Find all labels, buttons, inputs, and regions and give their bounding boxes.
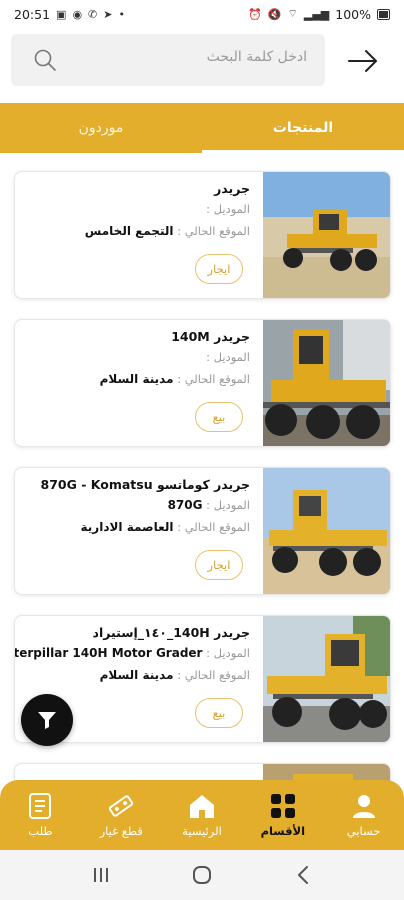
rent-button[interactable]: ايجار [195,550,243,580]
messenger-icon: ◉ [72,7,83,21]
product-image [263,320,390,446]
location-value: التجمع الخامس [84,224,174,238]
status-time: 20:51 [14,6,51,22]
product-location: الموقع الحالي : مدينة السلام [25,368,250,390]
mute-icon: 🔇 [267,7,282,21]
product-model: الموديل : [25,198,250,220]
location-value: العاصمة الادارية [80,520,174,534]
product-location: الموقع الحالي : مدينة السلام [25,664,250,686]
location-value: مدينة السلام [99,668,174,682]
product-image [263,172,390,298]
product-image [263,468,390,594]
product-location: الموقع الحالي : التجمع الخامس [25,220,250,242]
tab-suppliers[interactable]: موردون [0,103,202,153]
nav-account[interactable]: حسابي [323,780,404,850]
location-label: الموقع الحالي : [177,224,250,238]
bottom-nav: حسابي الأقسام الرئيسية قطع غيار طلب [0,780,404,850]
recent-apps-button[interactable] [86,863,116,887]
chevron-left-icon [298,866,309,884]
search-placeholder: ادخل كلمة البحث [206,49,307,65]
tab-suppliers-label: موردون [78,120,124,136]
signal-icon: ▂▄▆ [303,7,330,21]
model-label: الموديل : [206,202,250,216]
nav-account-label: حسابي [346,824,381,838]
product-model: الموديل : 870G [25,494,250,516]
request-icon [29,793,52,819]
product-card[interactable]: جريدر كوماتسو 870G - Komatsu الموديل : 8… [14,467,391,595]
sale-button[interactable]: بيع [195,402,243,432]
status-bar: 20:51 ▣ ◉ ✆ ➤ • ⏰ 🔇 ⌔ ▂▄▆ 100% [0,0,404,28]
product-title: جريدر 140H_١٤٠_إستيراد [92,625,250,640]
nav-spare-parts[interactable]: قطع غيار [81,780,162,850]
model-value: Caterpillar 140H Motor Grader [14,646,203,660]
whatsapp-icon: ✆ [88,7,98,21]
tab-products[interactable]: المنتجات [202,103,404,153]
nav-spare-parts-label: قطع غيار [99,824,143,838]
location-value: مدينة السلام [99,372,174,386]
nav-request[interactable]: طلب [0,780,81,850]
nav-home-label: الرئيسية [182,824,222,838]
product-location: الموقع الحالي : العاصمة الادارية [25,516,250,538]
tab-bar: المنتجات موردون [0,103,404,153]
wifi-icon: ⌔ [287,7,298,20]
sale-button[interactable]: بيع [195,698,243,728]
product-title: جريدر 140M [171,329,250,344]
model-label: الموديل : [206,498,250,512]
battery-percent: 100% [335,6,371,22]
nav-categories-label: الأقسام [260,824,306,838]
model-label: الموديل : [206,646,250,660]
spare-parts-icon [109,795,134,817]
nav-categories[interactable]: الأقسام [242,780,323,850]
dot-icon: • [118,7,125,21]
system-nav-bar [0,850,404,900]
nav-request-label: طلب [28,824,53,838]
rent-button[interactable]: ايجار [195,254,243,284]
product-title: جريدر [214,181,250,196]
location-label: الموقع الحالي : [177,668,250,682]
battery-icon [377,8,390,20]
home-icon [190,795,214,818]
product-image [263,616,390,742]
recent-apps-icon [93,868,108,882]
product-card[interactable]: جريدر 140M الموديل : الموقع الحالي : مدي… [14,319,391,447]
telegram-icon: ➤ [103,7,113,21]
alarm-icon: ⏰ [248,7,262,21]
search-icon[interactable] [33,48,57,72]
tab-products-label: المنتجات [272,120,334,136]
location-label: الموقع الحالي : [177,372,250,386]
search-header: ادخل كلمة البحث [0,34,404,88]
nav-home[interactable]: الرئيسية [162,780,243,850]
model-value: 870G [167,498,203,512]
model-label: الموديل : [206,350,250,364]
filter-icon [38,712,56,729]
gallery-icon: ▣ [56,7,67,21]
back-system-button[interactable] [288,863,318,887]
product-title: جريدر كوماتسو 870G - Komatsu [40,477,250,492]
arrow-right-icon[interactable] [346,46,380,76]
product-model: الموديل : [25,346,250,368]
product-card[interactable]: جريدر الموديل : الموقع الحالي : التجمع ا… [14,171,391,299]
filter-button[interactable] [21,694,73,746]
home-system-button[interactable] [187,863,217,887]
product-model: الموديل : Caterpillar 140H Motor Grader [15,642,250,664]
person-icon [352,795,375,818]
grid-icon [270,794,295,818]
location-label: الموقع الحالي : [177,520,250,534]
search-input[interactable]: ادخل كلمة البحث [11,34,325,86]
home-circle-icon [192,866,211,884]
